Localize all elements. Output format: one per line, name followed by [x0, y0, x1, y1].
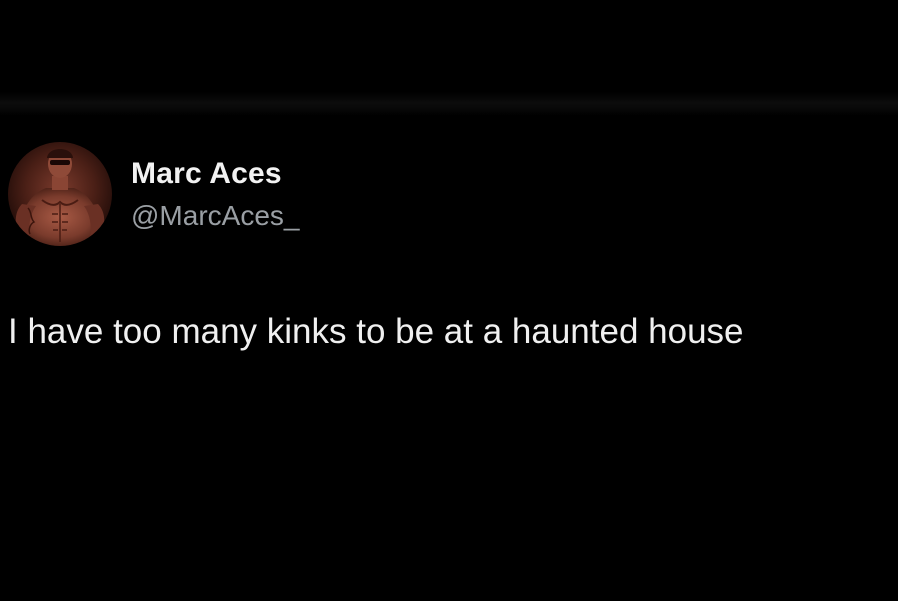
user-handle[interactable]: @MarcAces_	[131, 199, 299, 233]
tweet-card: Marc Aces @MarcAces_ I have too many kin…	[0, 0, 898, 601]
profile-photo-icon	[15, 149, 105, 246]
tweet-text: I have too many kinks to be at a haunted…	[8, 312, 744, 351]
avatar[interactable]	[8, 142, 112, 246]
display-name[interactable]: Marc Aces	[131, 156, 299, 192]
author-info[interactable]: Marc Aces @MarcAces_	[131, 156, 299, 233]
